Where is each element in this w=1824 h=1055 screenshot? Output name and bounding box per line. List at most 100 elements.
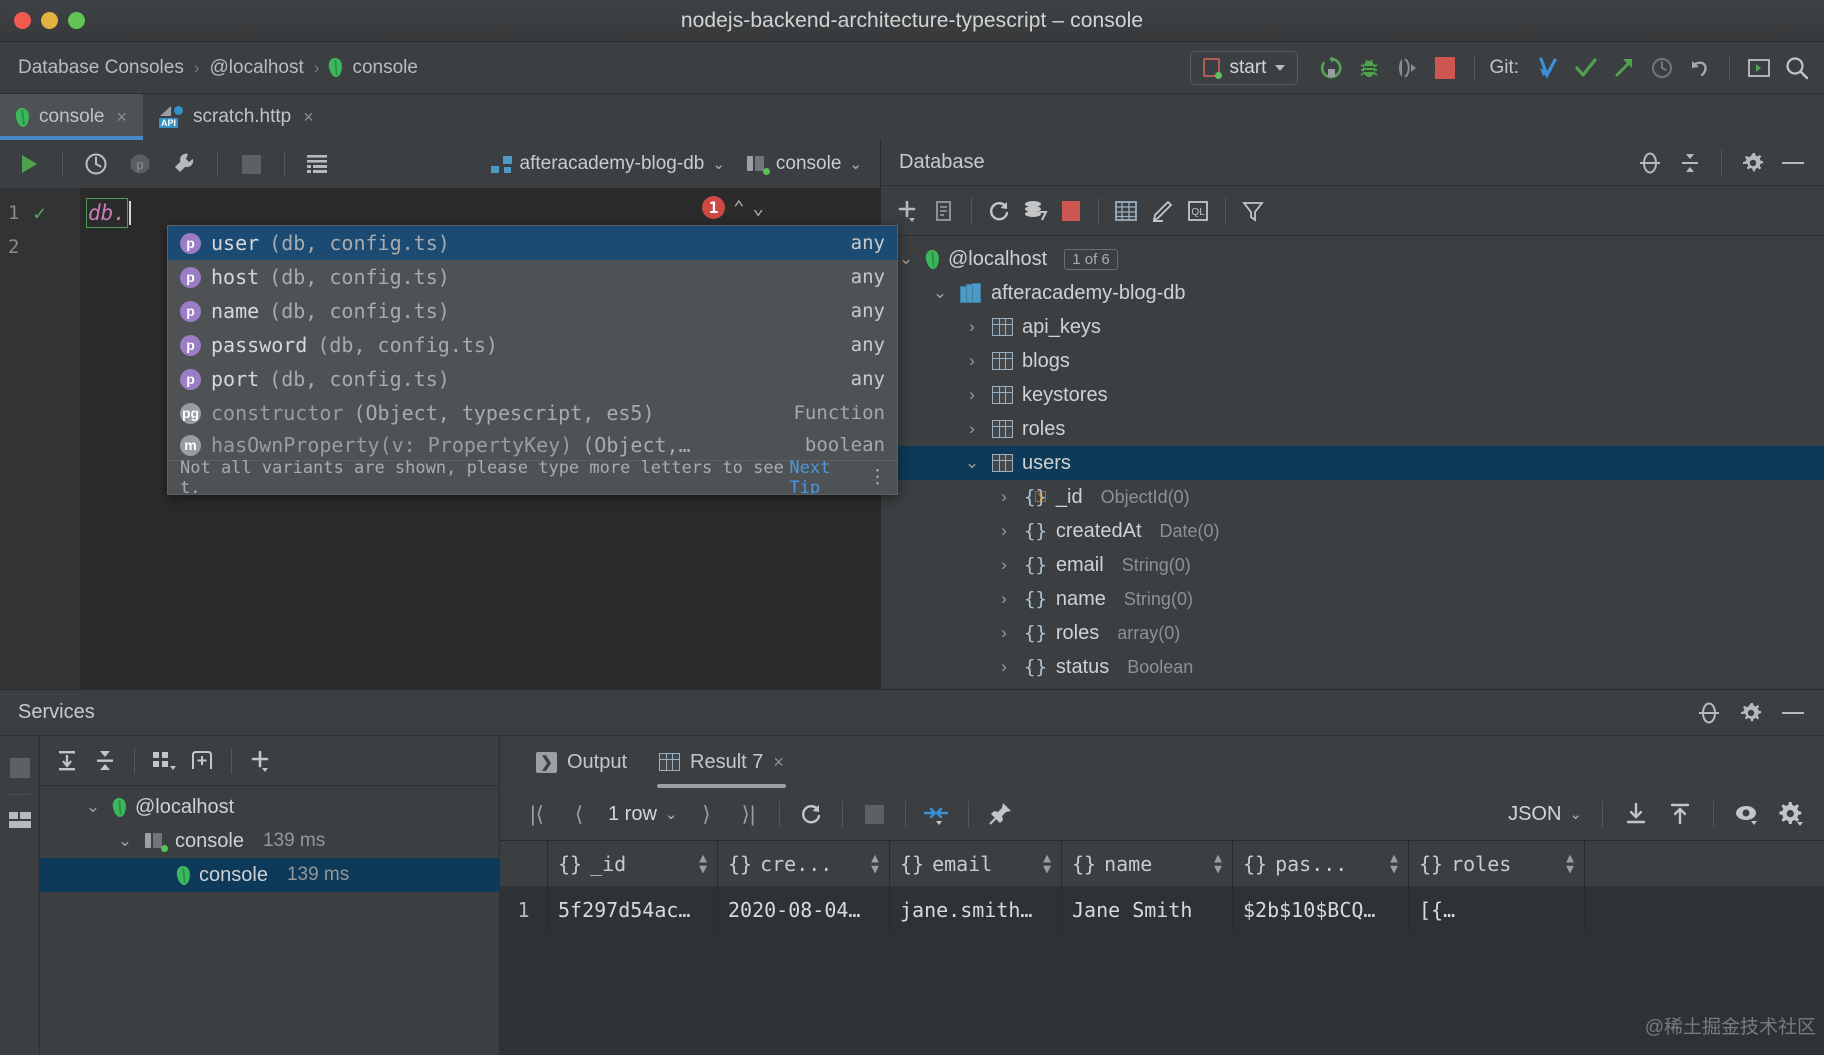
tree-node-field-name[interactable]: › {} name String(0): [881, 582, 1824, 616]
next-page-button[interactable]: ⟩: [687, 796, 725, 832]
cell-id[interactable]: 5f297d54ac…: [548, 886, 718, 934]
stop-icon[interactable]: [1428, 51, 1462, 85]
table-icon[interactable]: [299, 147, 337, 181]
services-node-console-session[interactable]: ⌄ console 139 ms: [40, 824, 499, 858]
cell-createdat[interactable]: 2020-08-04…: [718, 886, 890, 934]
twisty-icon[interactable]: ›: [961, 351, 983, 371]
tab-result-7[interactable]: Result 7 ×: [643, 736, 800, 788]
sort-icon[interactable]: ▲▼: [699, 853, 707, 875]
chevron-down-icon[interactable]: ⌄: [753, 197, 764, 219]
column-header-roles[interactable]: {} roles ▲▼: [1409, 841, 1585, 886]
twisty-icon[interactable]: ⌄: [961, 453, 983, 473]
code-text-area[interactable]: db. 1 ⌃ ⌄ p user (db, config: [80, 188, 880, 689]
column-header-password[interactable]: {} pas... ▲▼: [1233, 841, 1409, 886]
query-console-icon[interactable]: QL: [1181, 194, 1215, 228]
twisty-icon[interactable]: ⌄: [114, 831, 136, 851]
gear-icon[interactable]: [1734, 696, 1768, 730]
database-tree[interactable]: ⌄ @localhost 1 of 6 ⌄ afteracademy-blog-…: [881, 236, 1824, 689]
close-icon[interactable]: ×: [303, 107, 314, 128]
stop-icon[interactable]: [0, 748, 40, 788]
close-icon[interactable]: ×: [117, 107, 128, 128]
tree-node-field-roles[interactable]: › {} roles array(0): [881, 616, 1824, 650]
refresh-icon[interactable]: [982, 194, 1016, 228]
history-icon[interactable]: [1645, 51, 1679, 85]
rerun-icon[interactable]: [1314, 51, 1348, 85]
autocomplete-item[interactable]: m hasOwnProperty(v: PropertyKey) (Object…: [168, 430, 897, 460]
autocomplete-item[interactable]: p password (db, config.ts) any: [168, 328, 897, 362]
cell-name[interactable]: Jane Smith: [1062, 886, 1233, 934]
tree-node-keystores[interactable]: › keystores: [881, 378, 1824, 412]
hide-panel-icon[interactable]: [1776, 146, 1810, 180]
tree-node-roles[interactable]: › roles: [881, 412, 1824, 446]
duplicate-icon[interactable]: [927, 194, 961, 228]
sort-icon[interactable]: ▲▼: [1043, 853, 1051, 875]
tree-node-field-id[interactable]: › {}⚿ _id ObjectId(0): [881, 480, 1824, 514]
column-header-name[interactable]: {} name ▲▼: [1062, 841, 1233, 886]
twisty-icon[interactable]: ›: [993, 555, 1015, 575]
tree-node-localhost[interactable]: ⌄ @localhost 1 of 6: [881, 242, 1824, 276]
group-icon[interactable]: [147, 744, 181, 778]
git-push-icon[interactable]: [1607, 51, 1641, 85]
column-header-id[interactable]: {} _id ▲▼: [548, 841, 718, 886]
hide-panel-icon[interactable]: [1776, 696, 1810, 730]
view-options-icon[interactable]: [1728, 796, 1766, 832]
breadcrumb-item-console[interactable]: console: [352, 57, 418, 79]
cell-password[interactable]: $2b$10$BCQ…: [1233, 886, 1409, 934]
autocomplete-item[interactable]: p host (db, config.ts) any: [168, 260, 897, 294]
schema-selector[interactable]: afteracademy-blog-db ⌄: [483, 153, 733, 175]
collapse-all-icon[interactable]: [88, 744, 122, 778]
tree-node-field-email[interactable]: › {} email String(0): [881, 548, 1824, 582]
locate-icon[interactable]: [1692, 696, 1726, 730]
locate-icon[interactable]: [1633, 146, 1667, 180]
cell-email[interactable]: jane.smith…: [890, 886, 1062, 934]
tree-node-blogs[interactable]: › blogs: [881, 344, 1824, 378]
run-configuration-selector[interactable]: start: [1190, 51, 1298, 85]
execute-icon[interactable]: [10, 147, 48, 181]
search-icon[interactable]: [1780, 51, 1814, 85]
breadcrumb-item-localhost[interactable]: @localhost: [210, 57, 304, 79]
session-selector[interactable]: console ⌄: [739, 153, 870, 175]
twisty-icon[interactable]: ›: [961, 317, 983, 337]
inspection-widget[interactable]: 1 ⌃ ⌄: [702, 196, 764, 219]
error-count-badge[interactable]: 1: [702, 196, 725, 219]
twisty-icon[interactable]: ⌄: [929, 283, 951, 303]
add-icon[interactable]: [891, 194, 925, 228]
grid-settings-icon[interactable]: [1772, 796, 1810, 832]
twisty-icon[interactable]: ›: [961, 385, 983, 405]
gear-icon[interactable]: [1736, 146, 1770, 180]
twisty-icon[interactable]: ⌄: [895, 249, 917, 269]
sort-icon[interactable]: ▲▼: [871, 853, 879, 875]
collapse-all-icon[interactable]: [1673, 146, 1707, 180]
table-row[interactable]: 1 5f297d54ac… 2020-08-04… jane.smith… Ja…: [500, 886, 1824, 934]
modify-icon[interactable]: [1145, 194, 1179, 228]
tab-output[interactable]: ❯ Output: [520, 736, 643, 788]
code-editor[interactable]: 1 ✓ 2 db. 1 ⌃: [0, 188, 880, 689]
twisty-icon[interactable]: ›: [993, 487, 1015, 507]
git-update-icon[interactable]: [1531, 51, 1565, 85]
twisty-icon[interactable]: ›: [961, 419, 983, 439]
prev-page-button[interactable]: ⟨: [560, 796, 598, 832]
chevron-up-icon[interactable]: ⌃: [733, 197, 744, 219]
tree-node-field-createdat[interactable]: › {} createdAt Date(0): [881, 514, 1824, 548]
twisty-icon[interactable]: ›: [993, 589, 1015, 609]
services-node-console-run[interactable]: console 139 ms: [40, 858, 499, 892]
stop-icon[interactable]: [1054, 194, 1088, 228]
tab-scratch-http[interactable]: API scratch.http ×: [143, 94, 330, 140]
autocomplete-popup[interactable]: p user (db, config.ts) any p host (db, c…: [167, 225, 898, 495]
expand-all-icon[interactable]: [50, 744, 84, 778]
refresh-icon[interactable]: [792, 796, 830, 832]
autocomplete-item[interactable]: pg constructor (Object, typescript, es5)…: [168, 396, 897, 430]
row-count-selector[interactable]: 1 row ⌄: [602, 803, 683, 826]
more-options-icon[interactable]: ⋮: [868, 473, 889, 482]
tree-node-users[interactable]: ⌄ users: [881, 446, 1824, 480]
twisty-icon[interactable]: ›: [993, 657, 1015, 677]
twisty-icon[interactable]: ⌄: [82, 797, 104, 817]
history-icon[interactable]: [77, 147, 115, 181]
autocomplete-item[interactable]: p port (db, config.ts) any: [168, 362, 897, 396]
tab-console[interactable]: console ×: [0, 94, 143, 140]
cell-roles[interactable]: [{…: [1409, 886, 1585, 934]
pin-icon[interactable]: [981, 796, 1019, 832]
layout-icon[interactable]: [0, 801, 40, 841]
column-header-createdat[interactable]: {} cre... ▲▼: [718, 841, 890, 886]
wrench-icon[interactable]: [165, 147, 203, 181]
